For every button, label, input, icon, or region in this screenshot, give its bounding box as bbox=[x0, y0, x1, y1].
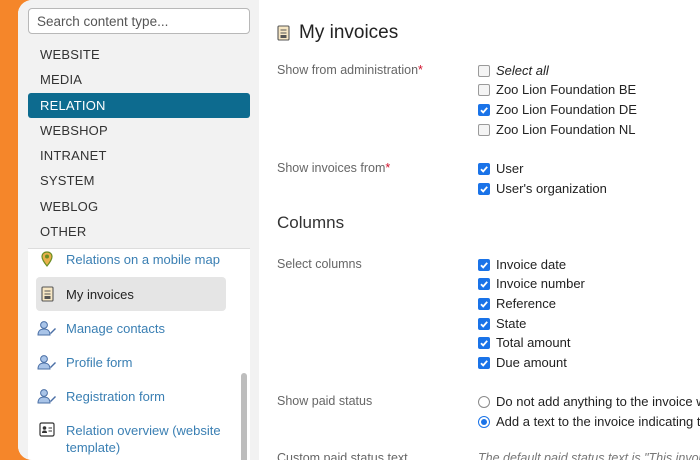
settings-panel: My invoices Show from administration* Se… bbox=[259, 0, 700, 460]
category-weblog[interactable]: WEBLOG bbox=[28, 194, 250, 219]
radio-circle bbox=[478, 395, 490, 408]
admin-nl-checkbox[interactable]: Zoo Lion Foundation NL bbox=[478, 122, 635, 137]
app-window: WEBSITE MEDIA RELATION WEBSHOP INTRANET … bbox=[18, 0, 700, 460]
columns-heading: Columns bbox=[277, 213, 345, 232]
checkmark-icon bbox=[478, 336, 490, 349]
content-type-label: Relation overview (website template) bbox=[66, 423, 221, 455]
content-type-list: Relations on a mobile map My invoices Ma… bbox=[28, 248, 250, 460]
content-type-label: Relations on a mobile map bbox=[66, 252, 220, 267]
content-type-relations-mobile-map[interactable]: Relations on a mobile map bbox=[36, 251, 226, 268]
content-type-label: Manage contacts bbox=[66, 321, 166, 336]
category-relation[interactable]: RELATION bbox=[28, 92, 250, 118]
user-edit-icon bbox=[36, 320, 58, 336]
checkmark-icon bbox=[478, 277, 490, 290]
list-scrollbar[interactable] bbox=[241, 373, 247, 460]
category-webshop[interactable]: WEBSHOP bbox=[28, 118, 250, 143]
category-media[interactable]: MEDIA bbox=[28, 67, 250, 92]
checkmark-icon bbox=[478, 182, 490, 195]
content-type-label: Profile form bbox=[66, 355, 133, 370]
user-edit-icon bbox=[36, 388, 58, 404]
checkmark-icon bbox=[478, 317, 490, 330]
select-all-checkbox[interactable]: Select all bbox=[478, 63, 549, 78]
admin-de-checkbox[interactable]: Zoo Lion Foundation DE bbox=[478, 102, 637, 117]
invoices-from-user-checkbox[interactable]: User bbox=[478, 161, 523, 176]
invoices-from-organization-checkbox[interactable]: User's organization bbox=[478, 181, 607, 196]
content-type-label: My invoices bbox=[66, 286, 134, 302]
column-state-checkbox[interactable]: State bbox=[478, 316, 526, 331]
column-invoice-date-checkbox[interactable]: Invoice date bbox=[478, 257, 566, 272]
column-reference-checkbox[interactable]: Reference bbox=[478, 296, 556, 311]
invoice-icon bbox=[277, 25, 290, 41]
content-type-registration-form[interactable]: Registration form bbox=[36, 388, 226, 405]
checkmark-icon bbox=[478, 297, 490, 310]
checkbox-box bbox=[478, 64, 490, 77]
checkmark-icon bbox=[478, 162, 490, 175]
category-list: WEBSITE MEDIA RELATION WEBSHOP INTRANET … bbox=[28, 42, 250, 244]
custom-paid-status-label: Custom paid status text bbox=[277, 451, 408, 460]
administration-label: Show from administration* bbox=[277, 63, 423, 77]
column-total-amount-checkbox[interactable]: Total amount bbox=[478, 335, 570, 350]
content-type-sidebar: WEBSITE MEDIA RELATION WEBSHOP INTRANET … bbox=[18, 0, 259, 460]
invoices-from-label: Show invoices from* bbox=[277, 161, 391, 175]
search-content-type-input[interactable] bbox=[28, 8, 250, 34]
checkmark-icon bbox=[478, 258, 490, 271]
user-edit-icon bbox=[36, 354, 58, 370]
page-title-text: My invoices bbox=[299, 22, 399, 43]
paid-status-label: Show paid status bbox=[277, 394, 373, 408]
column-due-amount-checkbox[interactable]: Due amount bbox=[478, 355, 567, 370]
checkbox-box bbox=[478, 83, 490, 96]
content-type-my-invoices[interactable]: My invoices bbox=[36, 277, 226, 311]
radio-circle bbox=[478, 415, 490, 428]
invoice-icon bbox=[36, 286, 58, 302]
content-type-profile-form[interactable]: Profile form bbox=[36, 354, 226, 371]
category-intranet[interactable]: INTRANET bbox=[28, 143, 250, 168]
paid-status-text-radio[interactable]: Add a text to the invoice indicating tha… bbox=[478, 414, 700, 429]
content-type-manage-contacts[interactable]: Manage contacts bbox=[36, 320, 226, 337]
category-system[interactable]: SYSTEM bbox=[28, 168, 250, 193]
category-other[interactable]: OTHER bbox=[28, 219, 250, 244]
checkbox-box bbox=[478, 123, 490, 136]
checkmark-icon bbox=[478, 356, 490, 369]
checkmark-icon bbox=[478, 103, 490, 116]
contact-card-icon bbox=[36, 422, 58, 437]
content-type-label: Registration form bbox=[66, 389, 165, 404]
content-type-relation-overview[interactable]: Relation overview (website template) bbox=[36, 422, 226, 456]
custom-paid-status-hint: The default paid status text is "This in… bbox=[478, 451, 700, 460]
admin-be-checkbox[interactable]: Zoo Lion Foundation BE bbox=[478, 82, 636, 97]
paid-status-none-radio[interactable]: Do not add anything to the invoice whe bbox=[478, 394, 700, 409]
page-title: My invoices bbox=[277, 22, 398, 44]
column-invoice-number-checkbox[interactable]: Invoice number bbox=[478, 276, 585, 291]
map-pin-icon bbox=[36, 251, 58, 267]
category-website[interactable]: WEBSITE bbox=[28, 42, 250, 67]
select-columns-label: Select columns bbox=[277, 257, 362, 271]
